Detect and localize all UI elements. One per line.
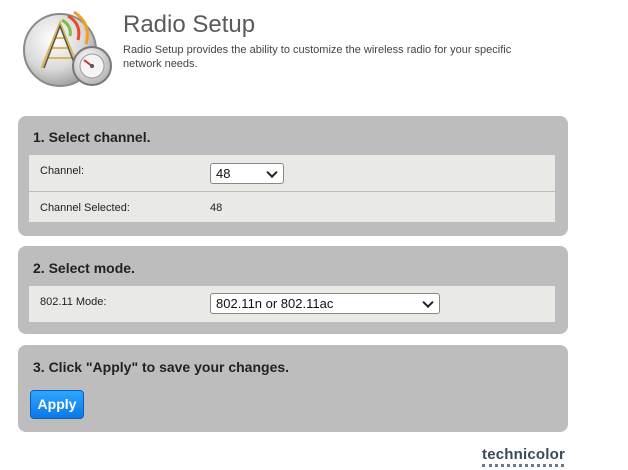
radio-setup-logo-icon bbox=[22, 10, 114, 90]
channel-select[interactable]: 48 bbox=[210, 163, 284, 184]
page-title: Radio Setup bbox=[123, 11, 256, 38]
mode-row: 802.11 Mode: 802.11n or 802.11ac bbox=[29, 286, 555, 322]
channel-selected-value: 48 bbox=[210, 202, 223, 214]
apply-button[interactable]: Apply bbox=[30, 390, 84, 419]
mode-label: 802.11 Mode: bbox=[40, 296, 107, 308]
select-mode-heading: 2. Select mode. bbox=[33, 260, 135, 276]
channel-label: Channel: bbox=[40, 165, 85, 177]
select-channel-heading: 1. Select channel. bbox=[33, 129, 151, 145]
brand-divider bbox=[482, 464, 564, 470]
chevron-down-icon bbox=[266, 166, 278, 178]
select-channel-panel: 1. Select channel. Channel: 48 Channel S… bbox=[18, 116, 568, 236]
page-description: Radio Setup provides the ability to cust… bbox=[123, 44, 512, 70]
chevron-down-icon bbox=[422, 296, 434, 308]
channel-selected-row: Channel Selected: 48 bbox=[29, 192, 555, 222]
mode-select[interactable]: 802.11n or 802.11ac bbox=[210, 293, 440, 314]
channel-selected-label: Channel Selected: bbox=[40, 202, 130, 214]
select-mode-panel: 2. Select mode. 802.11 Mode: 802.11n or … bbox=[18, 246, 568, 334]
channel-row: Channel: 48 bbox=[29, 155, 555, 191]
channel-select-value: 48 bbox=[216, 166, 231, 181]
apply-heading: 3. Click "Apply" to save your changes. bbox=[33, 359, 290, 375]
brand-logo: technicolor bbox=[482, 446, 566, 463]
apply-panel: 3. Click "Apply" to save your changes. A… bbox=[18, 345, 568, 432]
mode-select-value: 802.11n or 802.11ac bbox=[216, 296, 334, 311]
